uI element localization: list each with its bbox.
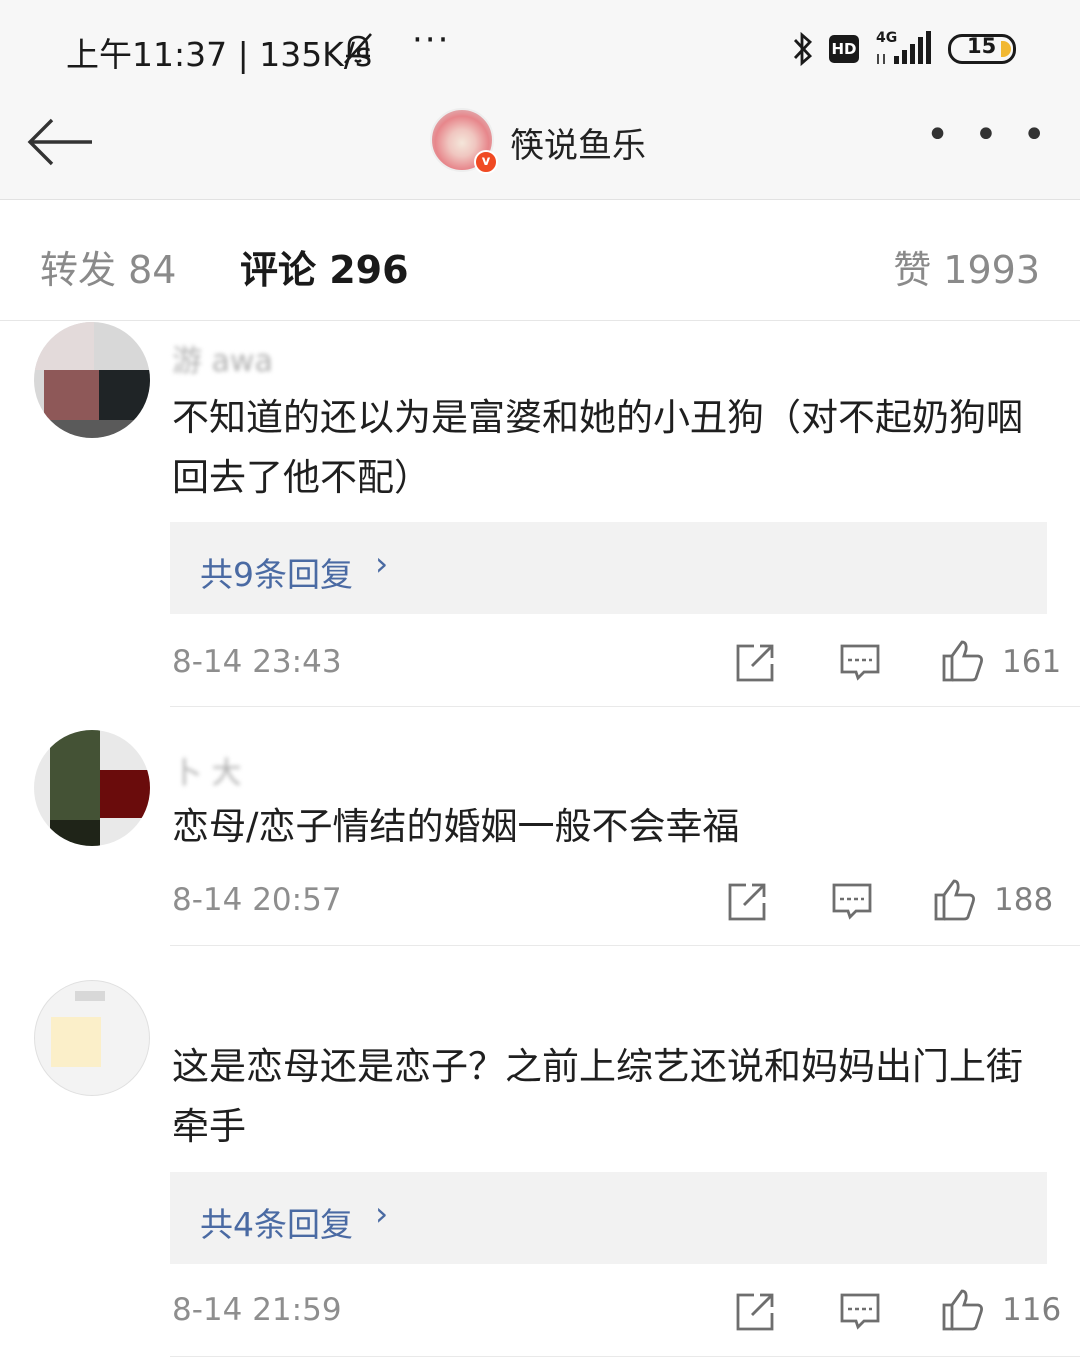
comment-time: 8-14 21:59 [172, 1292, 342, 1328]
commenter-avatar[interactable] [34, 730, 150, 846]
thumbs-up-icon[interactable] [940, 638, 984, 682]
chevron-right-icon: › [375, 1194, 389, 1233]
top-bar: 上午11:37 | 135K/s ··· HD 4G 15 v 筷说鱼乐 • •… [0, 0, 1080, 200]
divider [170, 1356, 1080, 1357]
tab-comment[interactable]: 评论 296 [240, 239, 409, 294]
tab-repost[interactable]: 转发 84 [40, 239, 176, 294]
share-icon[interactable] [734, 1289, 778, 1333]
divider [170, 706, 1080, 707]
status-bar: 上午11:37 | 135K/s ··· HD 4G 15 [0, 0, 1080, 100]
comment-text: 不知道的还以为是富婆和她的小丑狗（对不起奶狗咽回去了他不配） [172, 396, 1023, 499]
like-count: 161 [1002, 644, 1062, 680]
mute-bell-icon [344, 33, 372, 64]
comment-text: 这是恋母还是恋子？之前上综艺还说和妈妈出门上街牵手 [172, 1045, 1023, 1148]
thumbs-up-icon[interactable] [940, 1287, 984, 1331]
arrow-left-icon[interactable] [26, 114, 96, 170]
hd-icon: HD [829, 35, 859, 63]
battery-icon: 15 [948, 34, 1016, 64]
comment-time: 8-14 20:57 [172, 882, 342, 918]
battery-level: 15 [967, 34, 997, 58]
tab-like[interactable]: 赞 1993 [893, 239, 1040, 294]
like-count: 188 [994, 882, 1054, 918]
author-name[interactable]: 筷说鱼乐 [510, 118, 646, 167]
status-more-icon: ··· [412, 20, 451, 60]
like-count: 116 [1002, 1292, 1062, 1328]
comment-icon[interactable] [838, 1289, 882, 1333]
status-time: 上午11:37 | 135K/s [66, 35, 373, 74]
interaction-tabs: 转发 84 评论 296 赞 1993 [0, 201, 1080, 321]
signal-4g-icon: 4G [876, 30, 931, 64]
chevron-right-icon: › [375, 544, 389, 583]
post-header: v 筷说鱼乐 • • • [0, 100, 1080, 200]
comment-text: 恋母/恋子情结的婚姻一般不会幸福 [172, 805, 740, 848]
commenter-name[interactable]: 游 awa [172, 336, 273, 380]
share-icon[interactable] [734, 640, 778, 684]
more-options-icon[interactable]: • • • [926, 112, 1052, 158]
bluetooth-icon [793, 31, 813, 67]
battery-fill [1001, 41, 1011, 57]
comment-time: 8-14 23:43 [172, 644, 342, 680]
divider [170, 945, 1080, 946]
thumbs-up-icon[interactable] [932, 877, 976, 921]
replies-link[interactable]: 共4条回复 › [170, 1172, 1047, 1264]
comment-icon[interactable] [838, 640, 882, 684]
replies-count: 共9条回复 [200, 555, 353, 594]
commenter-name[interactable]: 卜 大 [172, 748, 242, 792]
share-icon[interactable] [726, 879, 770, 923]
replies-link[interactable]: 共9条回复 › [170, 522, 1047, 614]
verified-badge-icon: v [474, 150, 498, 174]
author-avatar[interactable]: v [430, 108, 498, 174]
replies-count: 共4条回复 [200, 1205, 353, 1244]
comment-icon[interactable] [830, 879, 874, 923]
commenter-avatar[interactable] [34, 980, 150, 1096]
svg-text:4G: 4G [876, 30, 897, 46]
commenter-avatar[interactable] [34, 322, 150, 438]
